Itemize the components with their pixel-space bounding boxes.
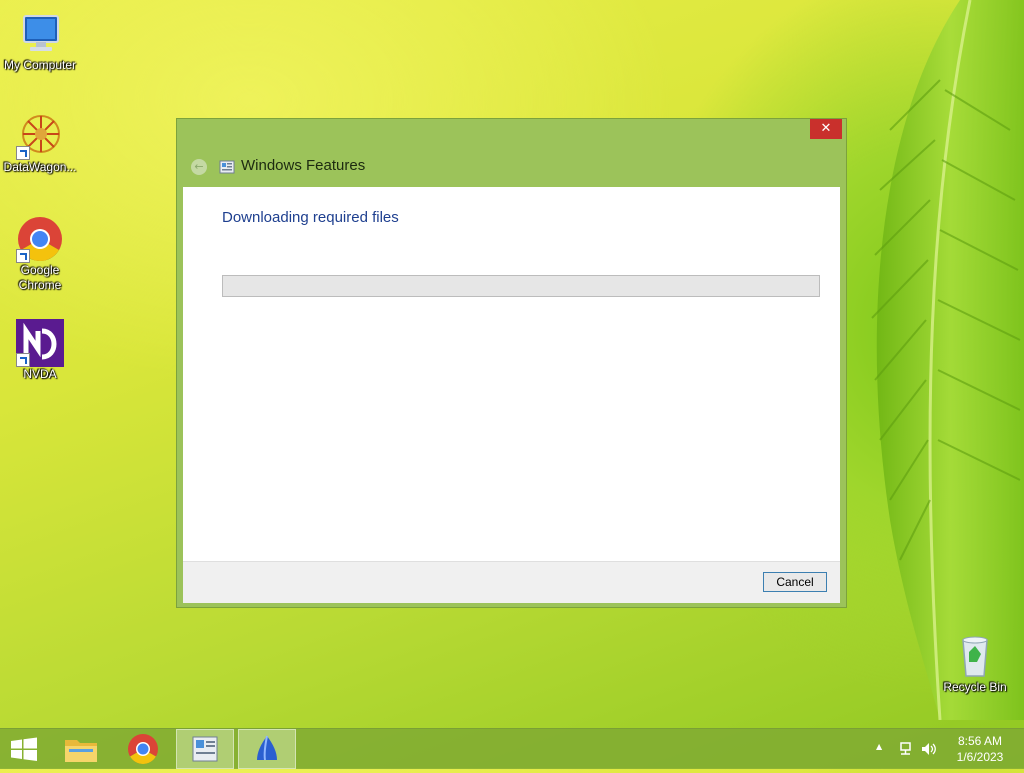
clock-date: 1/6/2023 bbox=[956, 750, 1004, 764]
show-hidden-icons-chevron[interactable]: ▲ bbox=[876, 742, 882, 751]
dialog-content: Downloading required files bbox=[183, 187, 840, 561]
desktop-icon-recycle-bin[interactable]: Recycle Bin bbox=[935, 632, 1015, 695]
desktop-icon-my-computer[interactable]: My Computer bbox=[0, 10, 80, 73]
file-explorer-icon bbox=[65, 740, 97, 762]
dialog-footer: Cancel bbox=[183, 561, 840, 603]
taskbar: ▲ 8:56 AM 1/6/2023 bbox=[0, 728, 1024, 769]
shortcut-arrow-icon bbox=[16, 146, 30, 160]
windows-features-dialog: ✕ ← Windows Features Downloading require… bbox=[176, 118, 847, 608]
nvda-icon bbox=[257, 735, 277, 761]
back-arrow-icon[interactable]: ← bbox=[191, 159, 207, 175]
close-button[interactable]: ✕ bbox=[810, 119, 842, 139]
desktop-icon-label: My Computer bbox=[3, 58, 77, 72]
taskbar-nvda[interactable] bbox=[238, 729, 296, 769]
desktop-icon-label-line1: Google bbox=[20, 263, 60, 277]
desktop-icon-label: NVDA bbox=[23, 367, 57, 381]
chrome-icon bbox=[128, 734, 158, 765]
start-button[interactable] bbox=[0, 729, 58, 769]
shortcut-arrow-icon bbox=[16, 249, 30, 263]
recycle-bin-icon bbox=[951, 632, 999, 680]
dialog-title-bar: ← Windows Features bbox=[183, 151, 823, 181]
chrome-icon bbox=[16, 215, 64, 263]
download-progress-bar bbox=[222, 275, 820, 297]
shortcut-arrow-icon bbox=[16, 353, 30, 367]
desktop-icon-label-line2: Chrome bbox=[18, 278, 62, 292]
windows-start-icon bbox=[11, 737, 37, 761]
windows-features-icon bbox=[192, 736, 218, 762]
cancel-button[interactable]: Cancel bbox=[763, 572, 827, 592]
clock-time: 8:56 AM bbox=[957, 734, 1003, 748]
datawagon-icon bbox=[16, 112, 64, 160]
clock[interactable]: 8:56 AM 1/6/2023 bbox=[952, 733, 1008, 765]
wallpaper-leaf bbox=[871, 0, 1024, 720]
taskbar-chrome[interactable] bbox=[114, 729, 172, 769]
desktop-icon-datawagon[interactable]: DataWagon... bbox=[0, 112, 80, 175]
windows-features-icon bbox=[219, 160, 235, 174]
status-heading: Downloading required files bbox=[222, 209, 399, 226]
taskbar-file-explorer[interactable] bbox=[52, 729, 110, 769]
desktop-icon-label: Recycle Bin bbox=[943, 680, 1007, 694]
nvda-icon bbox=[16, 319, 64, 367]
computer-icon bbox=[16, 10, 64, 58]
dialog-title: Windows Features bbox=[241, 157, 366, 174]
desktop-icon-label: DataWagon... bbox=[3, 160, 77, 174]
desktop-icon-google-chrome[interactable]: Google Chrome bbox=[0, 215, 80, 293]
volume-icon[interactable] bbox=[920, 741, 936, 757]
desktop-icon-nvda[interactable]: NVDA bbox=[0, 319, 80, 382]
network-icon[interactable] bbox=[898, 741, 914, 757]
taskbar-windows-features[interactable] bbox=[176, 729, 234, 769]
